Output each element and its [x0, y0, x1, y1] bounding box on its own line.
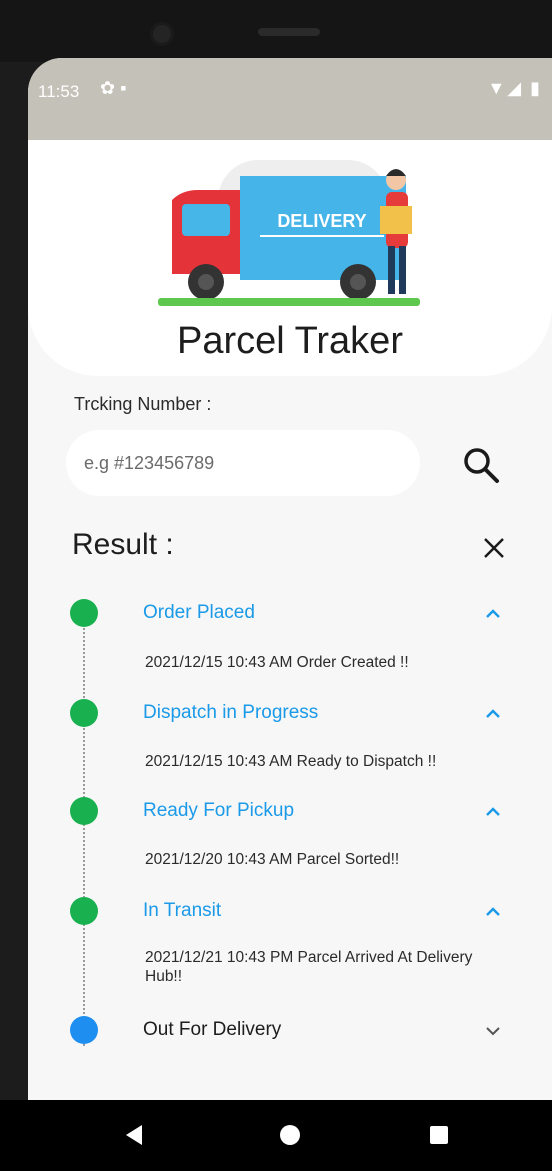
phone-frame: 11:53 ✿ ▪ ▼◢ ▮ DELIVERY Parcel Traker Tr…	[0, 0, 552, 1171]
step-status-dot	[70, 897, 98, 925]
step-detail: 2021/12/20 10:43 AM Parcel Sorted!!	[145, 851, 400, 868]
system-nav-bar	[0, 1100, 552, 1171]
app-screen: 11:53 ✿ ▪ ▼◢ ▮ DELIVERY Parcel Traker Tr…	[28, 58, 552, 1138]
timeline-connector	[83, 628, 85, 1046]
chevron-down-icon[interactable]	[484, 1025, 502, 1037]
step-detail: 2021/12/15 10:43 AM Ready to Dispatch !!	[145, 753, 437, 770]
front-camera	[150, 22, 174, 46]
chevron-up-icon[interactable]	[484, 906, 502, 918]
earpiece-speaker	[258, 28, 320, 36]
step-title-dispatch-in-progress[interactable]: Dispatch in Progress	[143, 702, 318, 724]
step-status-dot-current	[70, 1016, 98, 1044]
chevron-up-icon[interactable]	[484, 608, 502, 620]
step-status-dot	[70, 599, 98, 627]
tracking-timeline: Order Placed 2021/12/15 10:43 AM Order C…	[28, 58, 552, 1138]
chevron-up-icon[interactable]	[484, 806, 502, 818]
step-title-in-transit[interactable]: In Transit	[143, 900, 221, 922]
top-bezel	[0, 0, 552, 62]
step-status-dot	[70, 699, 98, 727]
step-status-dot	[70, 797, 98, 825]
home-icon[interactable]	[280, 1125, 300, 1145]
step-detail: 2021/12/15 10:43 AM Order Created !!	[145, 654, 409, 671]
recent-apps-icon[interactable]	[430, 1126, 448, 1144]
chevron-up-icon[interactable]	[484, 708, 502, 720]
step-title-ready-for-pickup[interactable]: Ready For Pickup	[143, 800, 294, 822]
step-title-order-placed[interactable]: Order Placed	[143, 602, 255, 624]
back-icon[interactable]	[126, 1125, 142, 1145]
step-detail: 2021/12/21 10:43 PM Parcel Arrived At De…	[145, 949, 473, 985]
step-title-out-for-delivery[interactable]: Out For Delivery	[143, 1019, 281, 1041]
